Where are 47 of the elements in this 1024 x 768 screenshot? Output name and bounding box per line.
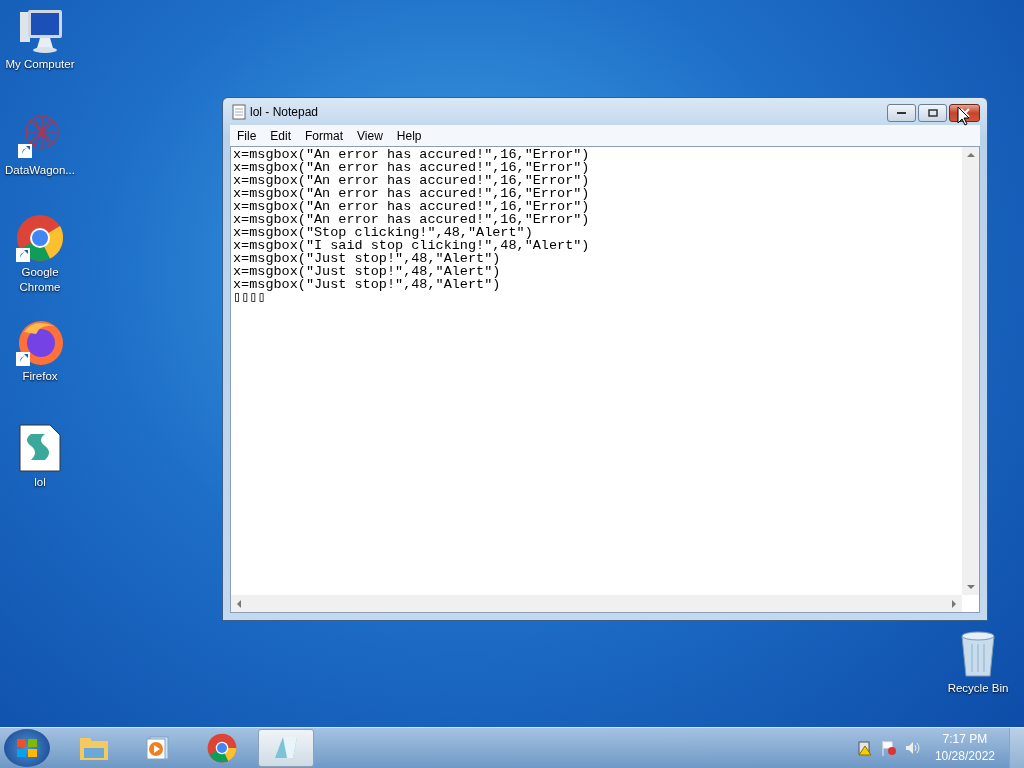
desktop-icon-label[interactable]: lol [34, 475, 46, 490]
text-line: ▯▯▯▯ [233, 291, 266, 304]
menu-item[interactable]: Format [298, 128, 351, 143]
desktop-icon-label[interactable]: My Computer [5, 57, 75, 72]
text-line: x=msgbox("An error has accured!",16,"Error") [233, 213, 591, 226]
flag-error-icon[interactable] [880, 740, 897, 756]
text-line: x=msgbox("Just stop!",48,"Alert") [233, 252, 501, 265]
desktop-icon-label[interactable]: Recycle Bin [947, 681, 1009, 696]
chrome-shortcut-icon[interactable] [16, 214, 64, 262]
text-line: x=msgbox("An error has accured!",16,"Error") [233, 148, 591, 161]
start-button[interactable] [4, 729, 50, 767]
taskbar-button[interactable] [258, 729, 314, 767]
script-file-icon[interactable] [19, 424, 61, 472]
firefox-shortcut-icon[interactable] [16, 318, 64, 366]
desktop-icon-label[interactable]: DataWagon... [5, 163, 75, 178]
desktop-icon-label[interactable]: Firefox [22, 369, 58, 384]
menu-item[interactable]: Edit [263, 128, 299, 143]
notepad-icon [232, 103, 246, 120]
desktop-icon-label[interactable]: Google Chrome [0, 265, 80, 295]
scroll-up-icon[interactable] [966, 152, 975, 158]
menu-item[interactable]: File [230, 128, 264, 143]
horizontal-scrollbar[interactable] [231, 595, 962, 612]
recycle-bin-icon[interactable] [958, 630, 998, 678]
text-line: x=msgbox("I said stop clicking!",48,"Alert") [233, 239, 591, 252]
vertical-scrollbar[interactable] [962, 147, 979, 595]
menu-item[interactable]: View [350, 128, 390, 143]
minimize-icon [897, 111, 906, 115]
speaker-icon[interactable] [904, 740, 921, 756]
text-line: x=msgbox("An error has accured!",16,"Error") [233, 200, 591, 213]
scroll-right-icon[interactable] [951, 599, 957, 608]
text-line: x=msgbox("An error has accured!",16,"Error") [233, 174, 591, 187]
scroll-left-icon[interactable] [236, 599, 242, 608]
minimize-button[interactable] [887, 104, 916, 122]
text-line: x=msgbox("Just stop!",48,"Alert") [233, 278, 502, 291]
media-player-icon [144, 734, 172, 762]
maximize-icon [927, 109, 938, 117]
network-warning-icon[interactable] [856, 740, 873, 756]
menu-item[interactable]: Help [389, 128, 429, 143]
window-title: lol - Notepad [250, 104, 319, 119]
text-line: x=msgbox("An error has accured!",16,"Error") [233, 161, 591, 174]
close-icon [959, 108, 970, 118]
scroll-down-icon[interactable] [966, 584, 975, 590]
maximize-button[interactable] [918, 104, 947, 122]
text-line: x=msgbox("Stop clicking!",48,"Alert") [233, 226, 533, 239]
text-line: x=msgbox("An error has accured!",16,"Error") [233, 187, 591, 200]
chrome-icon [207, 733, 237, 763]
text-line: x=msgbox("Just stop!",48,"Alert") [233, 265, 502, 278]
